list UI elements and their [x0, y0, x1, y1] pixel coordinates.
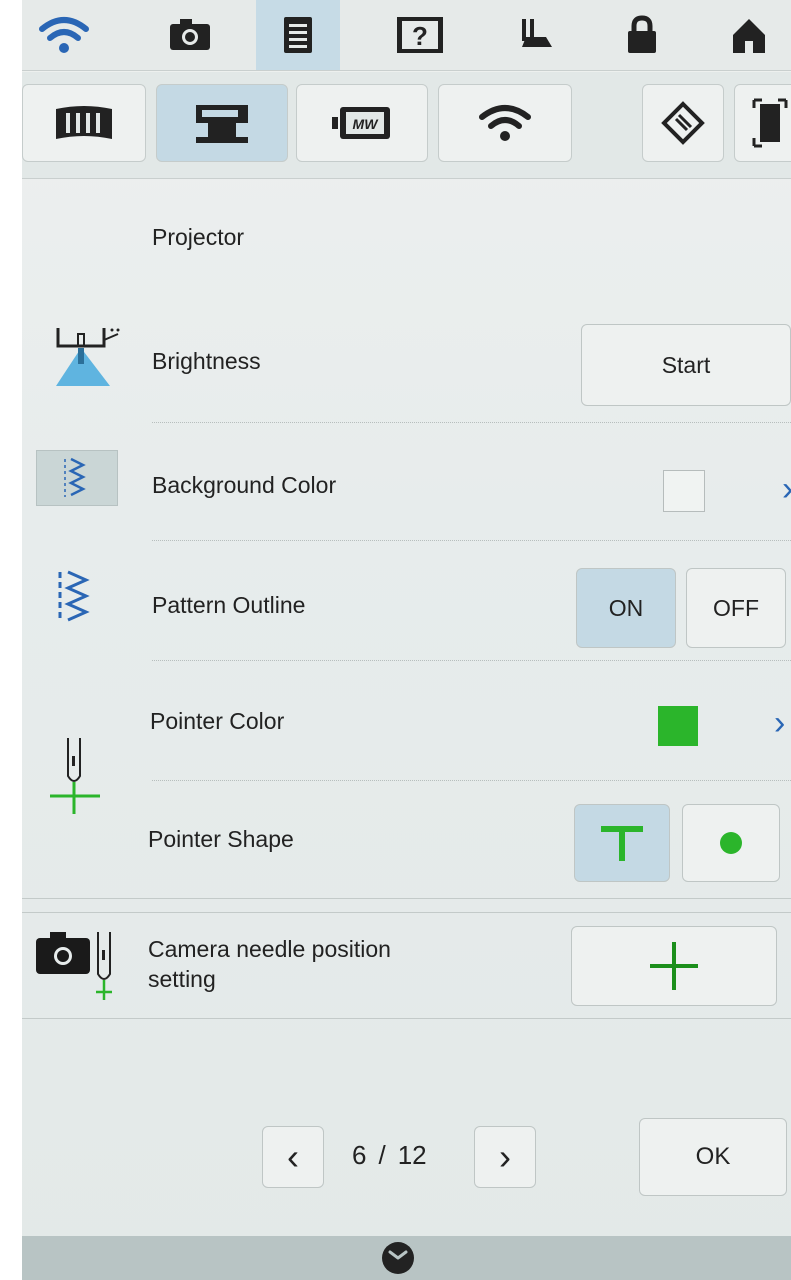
divider — [152, 540, 791, 541]
needle-icon — [96, 932, 112, 1000]
camera-icon — [36, 932, 90, 974]
divider — [152, 780, 791, 781]
svg-text:MW: MW — [353, 116, 380, 132]
pointer-color-swatch[interactable] — [658, 706, 698, 746]
page-indicator: 6 / 12 — [352, 1140, 427, 1171]
pattern-outline-off-button[interactable]: OFF — [686, 568, 786, 648]
divider — [152, 422, 791, 423]
background-color-icon-box — [36, 450, 118, 506]
camera-icon — [170, 19, 210, 50]
settings-screen: ? MW Projector Brightness Start Backgrou… — [22, 0, 791, 1280]
tab-wireless-settings[interactable] — [438, 84, 572, 162]
tab-projector-settings[interactable]: MW — [296, 84, 428, 162]
settings-tab-button[interactable] — [256, 0, 340, 70]
document-icon — [284, 17, 312, 53]
help-video-icon: ? — [397, 17, 443, 53]
pattern-outline-on-button[interactable]: ON — [576, 568, 676, 648]
projector-brightness-icon — [56, 328, 120, 386]
pointer-shape-dot-button[interactable] — [682, 804, 780, 882]
background-color-chevron-icon[interactable]: › — [782, 470, 791, 509]
category-tabs: MW — [22, 72, 791, 179]
ok-button[interactable]: OK — [639, 1118, 787, 1196]
background-color-label: Background Color — [152, 472, 337, 498]
stitch-pattern-icon — [64, 457, 86, 497]
crosshair-icon — [650, 942, 698, 990]
section-divider — [22, 898, 791, 899]
screen-icon — [752, 98, 788, 148]
tab-general-settings[interactable] — [642, 84, 724, 162]
sewing-machine-icon — [196, 105, 248, 143]
tab-machine-settings[interactable] — [156, 84, 288, 162]
section-divider — [22, 1018, 791, 1019]
wifi-icon — [479, 105, 531, 141]
pattern-outline-label: Pattern Outline — [152, 592, 306, 618]
tab-embroidery-settings[interactable] — [22, 84, 146, 162]
divider — [152, 660, 791, 661]
pattern-outline-icon — [58, 570, 90, 622]
dot-shape-icon — [720, 832, 742, 854]
top-toolbar: ? — [22, 0, 791, 71]
section-title: Projector — [152, 224, 245, 250]
chevron-left-icon: ‹ — [287, 1136, 299, 1177]
brightness-start-button[interactable]: Start — [581, 324, 791, 406]
needle-pointer-icon — [50, 738, 100, 814]
next-page-button[interactable]: › — [474, 1126, 536, 1188]
embroidery-frame-icon — [56, 106, 112, 139]
camera-needle-label-line1: Camera needle position — [148, 936, 391, 962]
pointer-color-label: Pointer Color — [150, 708, 285, 734]
projector-icon: MW — [332, 107, 390, 139]
clock-icon — [382, 1242, 414, 1274]
total-pages: 12 — [397, 1140, 427, 1170]
pointer-shape-t-button[interactable] — [574, 804, 670, 882]
pointer-shape-label: Pointer Shape — [148, 826, 294, 852]
lock-button[interactable] — [600, 0, 684, 70]
home-icon — [733, 19, 765, 53]
background-color-swatch[interactable] — [663, 470, 705, 512]
section-divider — [22, 912, 791, 913]
wifi-icon — [39, 17, 89, 53]
home-button[interactable] — [707, 0, 791, 70]
status-footer — [22, 1236, 791, 1280]
svg-text:?: ? — [412, 21, 428, 51]
brightness-label: Brightness — [152, 348, 261, 374]
lock-icon — [628, 15, 656, 53]
camera-needle-label-line2: setting — [148, 966, 216, 992]
camera-needle-label: Camera needle position setting — [148, 934, 391, 994]
t-shape-icon — [601, 826, 643, 861]
page-separator: / — [378, 1140, 386, 1170]
current-page: 6 — [352, 1140, 367, 1170]
sewing-foot-icon — [522, 19, 552, 47]
wifi-status-button[interactable] — [22, 0, 106, 70]
presser-foot-button[interactable] — [494, 0, 578, 70]
chevron-right-icon: › — [499, 1136, 511, 1177]
diamond-icon — [661, 101, 705, 145]
camera-needle-setting-button[interactable] — [571, 926, 777, 1006]
pointer-color-chevron-icon[interactable]: › — [774, 704, 785, 743]
camera-button[interactable] — [148, 0, 232, 70]
help-button[interactable]: ? — [378, 0, 462, 70]
tab-screen-settings[interactable] — [734, 84, 791, 162]
prev-page-button[interactable]: ‹ — [262, 1126, 324, 1188]
